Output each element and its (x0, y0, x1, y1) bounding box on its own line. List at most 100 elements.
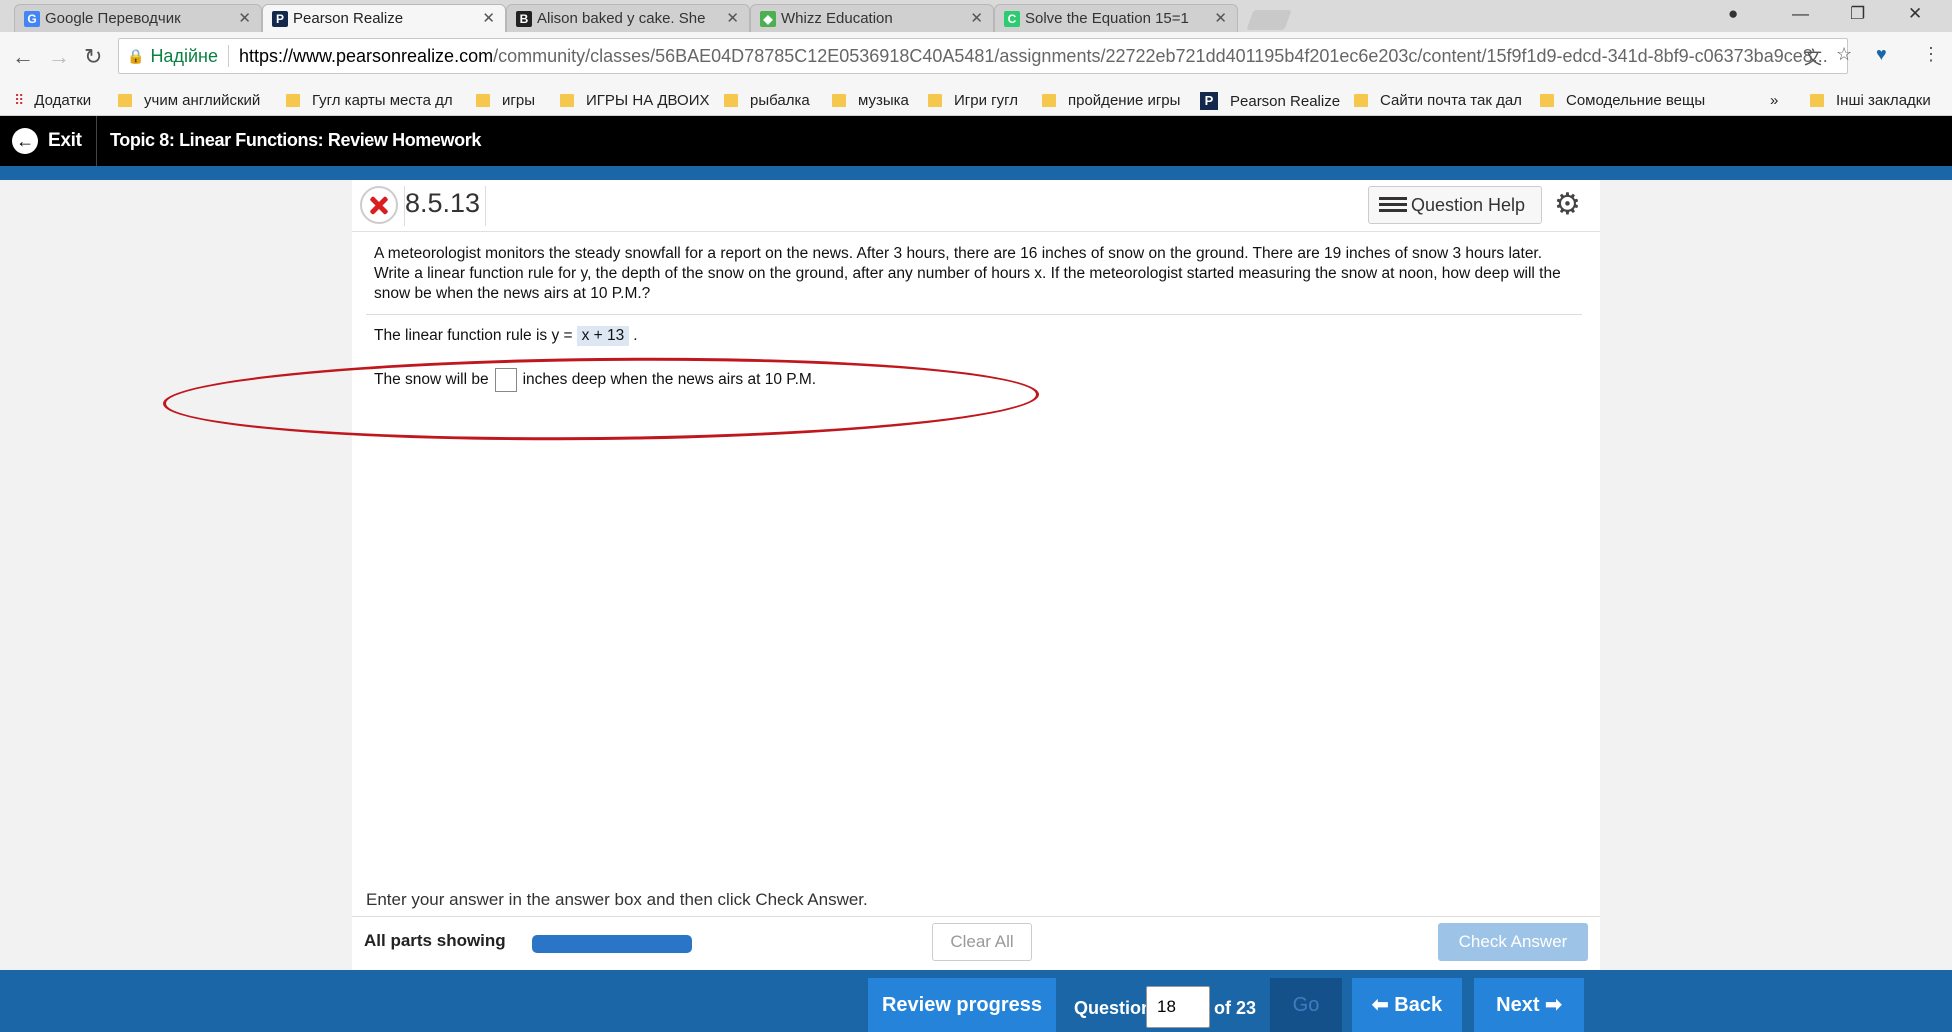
bookmarks-overflow[interactable]: » (1770, 92, 1778, 109)
footer-bar: Review progress Question 18 of 23 Go ⬅ B… (0, 970, 1952, 1032)
back-label: Back (1394, 994, 1443, 1016)
close-icon[interactable]: ✕ (238, 9, 251, 27)
tab-label: Pearson Realize (293, 10, 404, 27)
bookmark-apps[interactable]: ⠿ Додатки (14, 92, 91, 109)
bookmark-folder[interactable]: Сайти почта так дал (1354, 92, 1522, 109)
minimize-icon[interactable]: — (1792, 4, 1809, 24)
translate-icon[interactable]: 文 (1804, 44, 1822, 70)
new-tab-button[interactable] (1246, 10, 1292, 30)
go-button[interactable]: Go (1270, 978, 1342, 1032)
arrow-left-circle-icon: ← (12, 128, 38, 154)
question-total: of 23 (1214, 998, 1257, 1018)
address-bar-row: ← → ↻ 🔒 Надійне https://www.pearsonreali… (0, 32, 1952, 86)
tab-google-translate[interactable]: G Google Переводчик ✕ (14, 4, 262, 32)
bookmark-other[interactable]: Інші закладки (1810, 92, 1931, 109)
restore-icon[interactable]: ❐ (1850, 4, 1865, 24)
pearson-icon: P (272, 11, 288, 27)
tab-solve-equation[interactable]: C Solve the Equation 15=1 ✕ (994, 4, 1238, 32)
rule-prefix: The linear function rule is y = (374, 327, 573, 344)
exit-button[interactable]: ← Exit (12, 128, 82, 154)
google-translate-icon: G (24, 11, 40, 27)
folder-icon (1540, 94, 1554, 107)
mathway-icon: C (1004, 11, 1020, 27)
tab-label: Alison baked y cake. She (537, 10, 706, 27)
folder-icon (928, 94, 942, 107)
folder-icon (1810, 94, 1824, 107)
close-icon[interactable]: ✕ (970, 9, 983, 27)
question-number-input[interactable]: 18 (1146, 986, 1210, 1028)
folder-icon (118, 94, 132, 107)
window-close-icon[interactable]: ✕ (1908, 4, 1922, 24)
reload-icon[interactable]: ↻ (84, 44, 102, 70)
app-header: ← Exit Topic 8: Linear Functions: Review… (0, 116, 1952, 166)
all-parts-label: All parts showing (364, 931, 506, 950)
close-icon[interactable]: ✕ (726, 9, 739, 27)
bookmark-folder[interactable]: учим английский (118, 92, 260, 109)
close-icon[interactable]: ✕ (1214, 9, 1227, 27)
folder-icon (724, 94, 738, 107)
tab-pearson-realize[interactable]: P Pearson Realize ✕ (262, 4, 506, 32)
bookmark-folder[interactable]: музыка (832, 92, 909, 109)
bookmark-folder[interactable]: Гугл карты места дл (286, 92, 453, 109)
url-path: /community/classes/56BAE04D78785C12E0536… (493, 45, 1828, 66)
folder-icon (832, 94, 846, 107)
bookmark-star-icon[interactable]: ☆ (1836, 44, 1852, 65)
user-profile-icon[interactable]: ● (1728, 4, 1738, 24)
parts-progress-bar (532, 935, 692, 953)
url-host: https://www.pearsonrealize.com (238, 45, 494, 66)
rule-answer[interactable]: x + 13 (576, 326, 630, 346)
lock-icon: 🔒 (127, 47, 145, 64)
bookmark-folder[interactable]: ИГРЫ НА ДВОИХ (560, 92, 709, 109)
question-number: 8.5.13 (405, 188, 481, 218)
divider (366, 314, 1582, 315)
next-button[interactable]: Next ➡ (1474, 978, 1584, 1032)
next-label: Next (1496, 994, 1540, 1016)
answer-bar: All parts showing Clear All Check Answer (352, 916, 1600, 970)
pearson-icon: P (1200, 92, 1218, 110)
apps-icon: ⠿ (14, 92, 25, 108)
bookmark-folder[interactable]: рыбалка (724, 92, 810, 109)
linear-rule-line: The linear function rule is y = x + 13 . (374, 326, 638, 346)
whizz-icon: ◆ (760, 11, 776, 27)
question-label: Question (1074, 998, 1153, 1018)
back-arrow-icon[interactable]: ← (12, 44, 34, 70)
folder-icon (560, 94, 574, 107)
bookmark-folder[interactable]: Сомодельние вещы (1540, 92, 1705, 109)
close-icon[interactable]: ✕ (482, 9, 495, 27)
check-answer-button[interactable]: Check Answer (1438, 923, 1588, 961)
question-help-label: Question Help (1411, 194, 1526, 215)
tab-label: Google Переводчик (45, 10, 181, 27)
instruction-text: Enter your answer in the answer box and … (366, 890, 868, 909)
back-button[interactable]: ⬅ Back (1352, 978, 1462, 1032)
folder-icon (1042, 94, 1056, 107)
tab-label: Whizz Education (781, 10, 893, 27)
exit-label: Exit (48, 130, 82, 151)
folder-icon (286, 94, 300, 107)
review-progress-button[interactable]: Review progress (868, 978, 1056, 1032)
tab-label: Solve the Equation 15=1 (1025, 10, 1189, 27)
tab-whizz-education[interactable]: ◆ Whizz Education ✕ (750, 4, 994, 32)
list-icon (1379, 197, 1407, 213)
folder-icon (1354, 94, 1368, 107)
bookmark-folder[interactable]: пройдение игры (1042, 92, 1180, 109)
assignment-title: Topic 8: Linear Functions: Review Homewo… (110, 130, 481, 150)
question-help-button[interactable]: Question Help (1368, 186, 1542, 224)
question-header: 8.5.13 Question Help ⚙ (352, 180, 1600, 232)
tab-brainly[interactable]: B Alison baked y cake. She ✕ (506, 4, 750, 32)
bookmarks-bar: ⠿ Додатки учим английский Гугл карты мест… (0, 86, 1952, 116)
gear-icon[interactable]: ⚙ (1554, 187, 1581, 222)
menu-icon[interactable]: ⋮ (1922, 44, 1940, 65)
forward-arrow-icon[interactable]: → (48, 44, 70, 70)
clear-all-button[interactable]: Clear All (932, 923, 1032, 961)
secure-label: Надійне (150, 45, 218, 66)
url-bar[interactable]: 🔒 Надійне https://www.pearsonrealize.com… (118, 38, 1848, 74)
browser-tab-strip: G Google Переводчик ✕ P Pearson Realize … (0, 0, 1952, 32)
bookmark-folder[interactable]: Игри гугл (928, 92, 1018, 109)
question-text: A meteorologist monitors the steady snow… (374, 245, 1561, 302)
header-accent-strip (0, 166, 1952, 180)
arrow-left-icon: ⬅ (1371, 994, 1389, 1016)
bookmark-folder[interactable]: игры (476, 92, 535, 109)
extension-icon[interactable]: ♥ (1876, 44, 1887, 65)
brainly-icon: B (516, 11, 532, 27)
bookmark-pearson[interactable]: P Pearson Realize (1200, 92, 1340, 110)
